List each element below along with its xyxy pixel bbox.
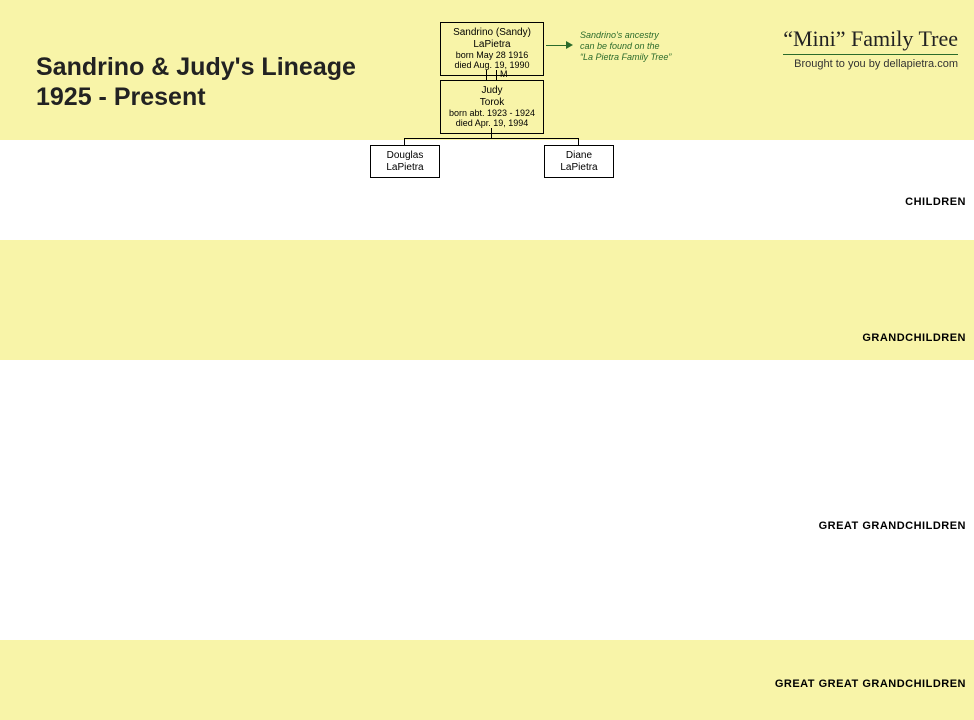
person-surname: LaPietra	[551, 162, 607, 174]
person-surname: Torok	[447, 97, 537, 109]
brand-title: “Mini” Family Tree	[783, 26, 958, 55]
note-line: can be found on the	[580, 41, 671, 52]
person-died: died Apr. 19, 1994	[447, 118, 537, 128]
person-died: died Aug. 19, 1990	[447, 60, 537, 70]
person-surname: LaPietra	[377, 162, 433, 174]
arrow-icon	[566, 41, 573, 49]
person-box-child: Douglas LaPietra	[370, 145, 440, 178]
section-label-great-grandchildren: GREAT GRANDCHILDREN	[819, 520, 966, 532]
marriage-label: M	[500, 69, 508, 79]
connector-line	[486, 70, 487, 80]
connector-line	[491, 128, 492, 138]
title-line1: Sandrino & Judy's Lineage	[36, 52, 356, 82]
person-box-mother: Judy Torok born abt. 1923 - 1924 died Ap…	[440, 80, 544, 134]
section-label-great-great-grandchildren: GREAT GREAT GRANDCHILDREN	[775, 678, 966, 690]
person-name: Judy	[447, 85, 537, 97]
person-born: born May 28 1916	[447, 50, 537, 60]
section-label-grandchildren: GRANDCHILDREN	[862, 332, 966, 344]
person-surname: LaPietra	[447, 39, 537, 51]
note-line: “La Pietra Family Tree”	[580, 52, 671, 63]
page-title: Sandrino & Judy's Lineage 1925 - Present	[36, 52, 356, 112]
connector-line	[496, 70, 497, 80]
person-name: Douglas	[377, 150, 433, 162]
ancestry-note: Sandrino's ancestry can be found on the …	[580, 30, 671, 62]
brand-block: “Mini” Family Tree Brought to you by del…	[783, 26, 958, 70]
connector-line	[404, 138, 405, 145]
person-box-father: Sandrino (Sandy) LaPietra born May 28 19…	[440, 22, 544, 76]
person-box-child: Diane LaPietra	[544, 145, 614, 178]
person-name: Sandrino (Sandy)	[447, 27, 537, 39]
note-line: Sandrino's ancestry	[580, 30, 671, 41]
arrow-line	[546, 45, 566, 46]
section-label-children: CHILDREN	[905, 196, 966, 208]
band-grandchildren	[0, 240, 974, 360]
title-line2: 1925 - Present	[36, 82, 356, 112]
person-born: born abt. 1923 - 1924	[447, 108, 537, 118]
connector-line	[578, 138, 579, 145]
connector-line	[404, 138, 579, 139]
person-name: Diane	[551, 150, 607, 162]
brand-subtitle: Brought to you by dellapietra.com	[783, 58, 958, 70]
